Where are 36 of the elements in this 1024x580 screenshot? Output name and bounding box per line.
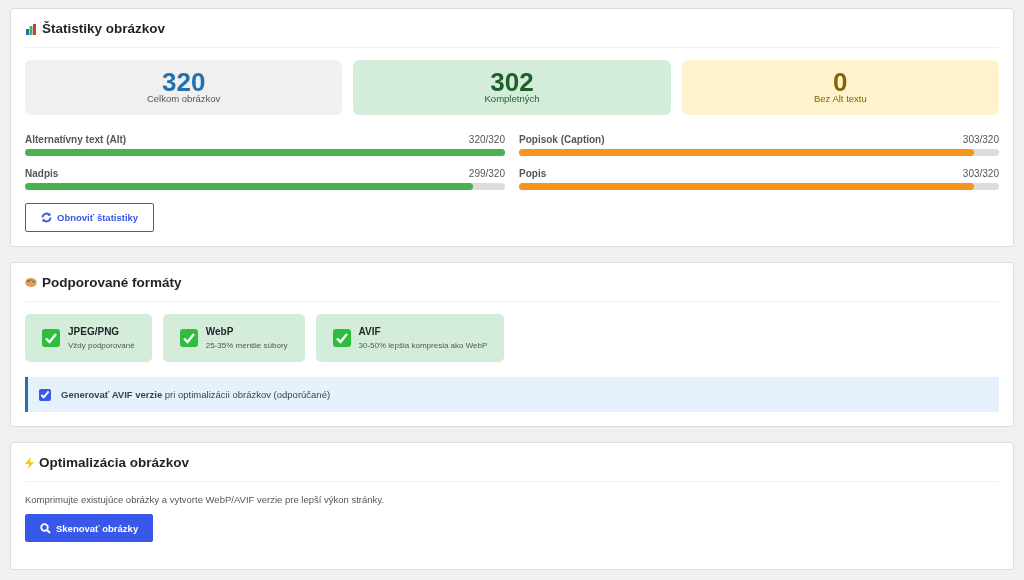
bar-chart-icon	[25, 22, 37, 35]
progress-label: Popisok (Caption)	[519, 134, 605, 145]
format-name: AVIF	[358, 326, 382, 337]
stat-label: Celkom obrázkov	[146, 93, 221, 104]
option-label: Generovať AVIF verzie pri optimalizácii obrázkov (odporúčané)	[61, 389, 331, 400]
stat-value: 0	[833, 71, 848, 93]
search-icon	[40, 522, 51, 534]
stat-value: 320	[161, 71, 206, 93]
checkmark-icon	[332, 329, 351, 347]
format-name: JPEG/PNG	[68, 326, 121, 337]
progress-reading: 303/320	[962, 134, 999, 145]
stat-value: 302	[490, 71, 534, 93]
section-title: Podporované formáty	[42, 275, 182, 290]
checkmark-icon	[179, 329, 198, 347]
stat-label: Kompletných	[484, 93, 540, 104]
format-note: 30-50% lepšia kompresia ako WebP	[358, 341, 488, 350]
description: Komprimujte existujúce obrázky a vytvorte WebP/AVIF verzie pre lepší výkon stránky.	[25, 494, 386, 505]
stat-label: Bez Alt textu	[813, 93, 867, 104]
progress-reading: 303/320	[962, 168, 999, 179]
refresh-icon	[41, 212, 52, 223]
scan-button[interactable]: Skenovať obrázky	[25, 514, 154, 542]
avif-checkbox[interactable]	[39, 388, 51, 401]
progress-reading: 320/320	[468, 134, 505, 145]
format-name: WebP	[205, 326, 235, 337]
section-title: Optimalizácia obrázkov	[39, 455, 190, 470]
format-note: Vždy podporované	[68, 341, 135, 350]
format-note: 25-35% menšie súbory	[205, 341, 288, 350]
progress-label: Nadpis	[25, 168, 59, 179]
palette-icon	[25, 277, 37, 288]
checkmark-icon	[42, 329, 60, 347]
lightning-icon	[25, 456, 34, 469]
section-title: Štatistiky obrázkov	[42, 21, 166, 36]
progress-label: Alternatívny text (Alt)	[25, 134, 127, 145]
refresh-button[interactable]: Obnoviť štatistiky	[25, 203, 155, 232]
progress-reading: 299/320	[468, 168, 505, 179]
progress-label: Popis	[519, 168, 547, 179]
